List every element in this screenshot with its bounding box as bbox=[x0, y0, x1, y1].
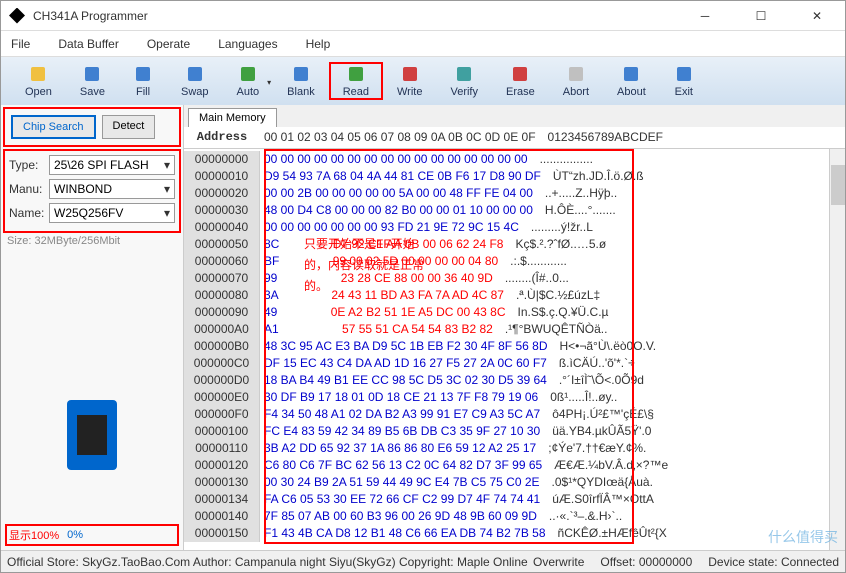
hex-row[interactable]: 000000D018 BA B4 49 B1 EE CC 98 5C D5 3C… bbox=[184, 372, 845, 389]
manu-label: Manu: bbox=[9, 182, 49, 196]
hex-row[interactable]: 000000B048 3C 95 AC E3 BA D9 5C 1B EB F2… bbox=[184, 338, 845, 355]
close-button[interactable]: ✕ bbox=[797, 2, 837, 30]
hex-row[interactable]: 000000F0F4 34 50 48 A1 02 DA B2 A3 99 91… bbox=[184, 406, 845, 423]
annotation-2: 的，内容读取就是正常 bbox=[304, 257, 424, 274]
toolbar-write[interactable]: Write bbox=[383, 62, 436, 100]
hex-row[interactable]: 000001103B A2 DD 65 92 37 1A 86 86 80 E6… bbox=[184, 440, 845, 457]
tab-main-memory[interactable]: Main Memory bbox=[188, 108, 277, 127]
toolbar-verify[interactable]: Verify bbox=[436, 62, 492, 100]
chip-graphic bbox=[57, 400, 127, 500]
menu-bar: File Data Buffer Operate Languages Help bbox=[1, 31, 845, 57]
status-overwrite: Overwrite bbox=[533, 555, 584, 569]
hex-row[interactable]: 000000E030 DF B9 17 18 01 0D 18 CE 21 13… bbox=[184, 389, 845, 406]
header-address: Address bbox=[184, 129, 260, 146]
hex-row[interactable]: 0000000000 00 00 00 00 00 00 00 00 00 00… bbox=[184, 151, 845, 168]
hex-row[interactable]: 000000508C D7 92 C1 AA 0B 00 06 62 24 F8… bbox=[184, 236, 845, 253]
status-offset: Offset: 00000000 bbox=[600, 555, 692, 569]
hex-row[interactable]: 0000009049 0E A2 B2 51 1E A5 DC 00 43 8C… bbox=[184, 304, 845, 321]
watermark: 什么值得买 bbox=[768, 527, 838, 547]
name-label: Name: bbox=[9, 206, 49, 220]
window-title: CH341A Programmer bbox=[33, 9, 685, 23]
minimize-button[interactable]: ─ bbox=[685, 2, 725, 30]
toolbar-abort[interactable]: Abort bbox=[549, 62, 603, 100]
menu-operate[interactable]: Operate bbox=[147, 37, 190, 51]
type-label: Type: bbox=[9, 158, 49, 172]
toolbar-about[interactable]: About bbox=[603, 62, 660, 100]
hex-row[interactable]: 000000803A 24 43 11 BD A3 FA 7A AD 4C 87… bbox=[184, 287, 845, 304]
hex-row[interactable]: 0000003048 00 D4 C8 00 00 00 82 B0 00 00… bbox=[184, 202, 845, 219]
status-bar: Official Store: SkyGz.TaoBao.Com Author:… bbox=[1, 550, 845, 572]
hex-row[interactable]: 000000A0A1 57 55 51 CA 54 54 83 B2 82.¹¶… bbox=[184, 321, 845, 338]
toolbar-read[interactable]: Read bbox=[329, 62, 383, 100]
title-bar: CH341A Programmer ─ ☐ ✕ bbox=[1, 1, 845, 31]
annotation-3: 的。 bbox=[304, 278, 328, 295]
hex-row[interactable]: 00000100FC E4 83 59 42 34 89 B5 6B DB C3… bbox=[184, 423, 845, 440]
hex-row[interactable]: 00000120C6 80 C6 7F BC 62 56 13 C2 0C 64… bbox=[184, 457, 845, 474]
chip-search-button[interactable]: Chip Search bbox=[11, 115, 96, 139]
hex-row[interactable]: 00000060BF 99 00 02 5D 00 00 00 00 04 80… bbox=[184, 253, 845, 270]
toolbar: OpenSaveFillSwapAuto▾BlankReadWriteVerif… bbox=[1, 57, 845, 105]
toolbar-erase[interactable]: Erase bbox=[492, 62, 549, 100]
detect-button[interactable]: Detect bbox=[102, 115, 156, 139]
manu-select[interactable]: WINBOND bbox=[49, 179, 175, 199]
hex-row[interactable]: 0000004000 00 00 00 00 00 00 93 FD 21 9E… bbox=[184, 219, 845, 236]
toolbar-fill[interactable]: Fill bbox=[119, 62, 167, 100]
hex-row[interactable]: 0000007099 23 28 CE 88 00 00 36 40 9D...… bbox=[184, 270, 845, 287]
maximize-button[interactable]: ☐ bbox=[741, 2, 781, 30]
status-left: Official Store: SkyGz.TaoBao.Com Author:… bbox=[7, 555, 528, 569]
toolbar-save[interactable]: Save bbox=[66, 62, 119, 100]
toolbar-swap[interactable]: Swap bbox=[167, 62, 223, 100]
header-ascii: 0123456789ABCDEF bbox=[536, 129, 663, 146]
menu-help[interactable]: Help bbox=[306, 37, 331, 51]
hex-row[interactable]: 0000002000 00 2B 00 00 00 00 00 5A 00 00… bbox=[184, 185, 845, 202]
toolbar-auto[interactable]: Auto▾ bbox=[223, 62, 274, 100]
hex-row[interactable]: 000001407F 85 07 AB 00 60 B3 96 00 26 9D… bbox=[184, 508, 845, 525]
header-bytes: 00 01 02 03 04 05 06 07 08 09 0A 0B 0C 0… bbox=[260, 129, 536, 146]
hex-row[interactable]: 00000134FA C6 05 53 30 EE 72 66 CF C2 99… bbox=[184, 491, 845, 508]
app-icon bbox=[9, 8, 25, 24]
progress-bar: 显示100% 0% bbox=[5, 524, 179, 546]
menu-file[interactable]: File bbox=[11, 37, 30, 51]
hex-row[interactable]: 000000C0DF 15 EC 43 C4 DA AD 1D 16 27 F5… bbox=[184, 355, 845, 372]
toolbar-exit[interactable]: Exit bbox=[660, 62, 708, 100]
hex-row[interactable]: 0000013000 30 24 B9 2A 51 59 44 49 9C E4… bbox=[184, 474, 845, 491]
status-device: Device state: Connected bbox=[708, 555, 839, 569]
hex-row[interactable]: 00000010D9 54 93 7A 68 04 4A 44 81 CE 0B… bbox=[184, 168, 845, 185]
annotation-1: 只要开始不是FF开始 bbox=[304, 236, 415, 253]
size-label: Size: 32MByte/256Mbit bbox=[1, 233, 183, 249]
hex-viewer: Main Memory Address 00 01 02 03 04 05 06… bbox=[184, 105, 845, 550]
sidebar: Chip Search Detect Type:25\26 SPI FLASH … bbox=[1, 105, 184, 550]
menu-databuffer[interactable]: Data Buffer bbox=[58, 37, 118, 51]
menu-languages[interactable]: Languages bbox=[218, 37, 277, 51]
type-select[interactable]: 25\26 SPI FLASH bbox=[49, 155, 175, 175]
scrollbar[interactable] bbox=[829, 149, 845, 550]
name-select[interactable]: W25Q256FV bbox=[49, 203, 175, 223]
hex-row[interactable]: 00000150F1 43 4B CA D8 12 B1 48 C6 66 EA… bbox=[184, 525, 845, 542]
toolbar-open[interactable]: Open bbox=[11, 62, 66, 100]
toolbar-blank[interactable]: Blank bbox=[273, 62, 329, 100]
